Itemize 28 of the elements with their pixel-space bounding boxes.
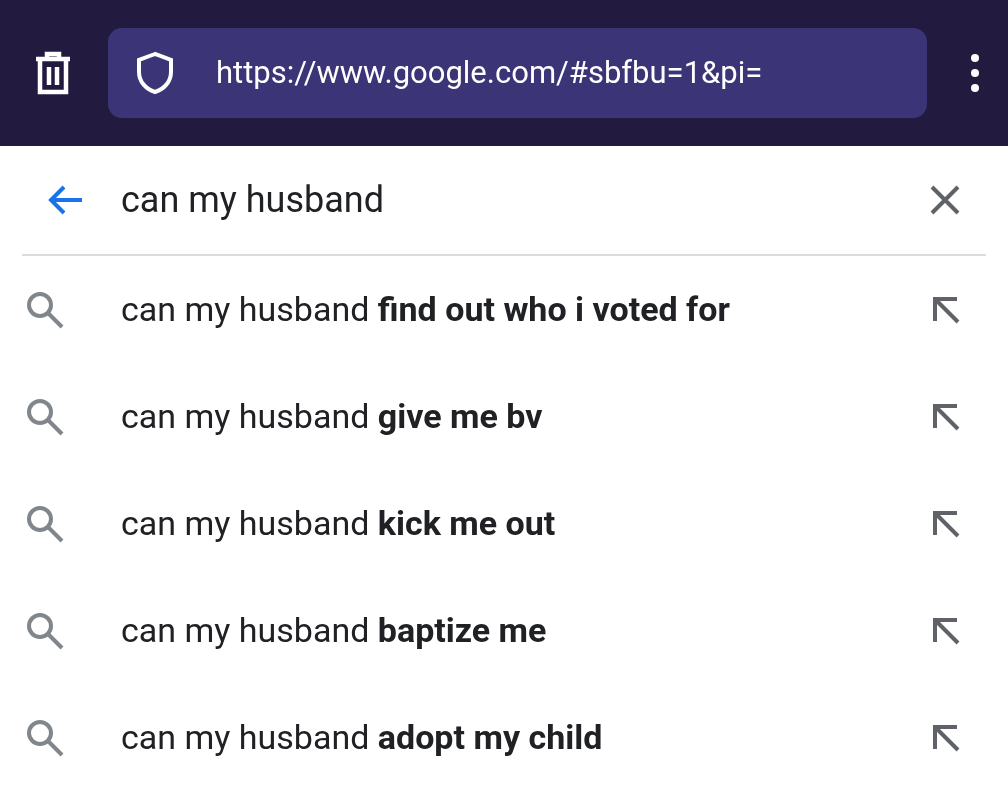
search-icon <box>26 290 64 329</box>
suggestion-text: can my husband give me bv <box>121 395 543 438</box>
suggestion-item[interactable]: can my husband give me bv <box>0 363 1008 470</box>
suggestion-text: can my husband find out who i voted for <box>121 288 730 331</box>
arrow-up-left-icon[interactable] <box>932 402 960 431</box>
search-icon <box>26 611 64 650</box>
suggestion-item[interactable]: can my husband kick me out <box>0 470 1008 577</box>
url-field[interactable]: https://www.google.com/#sbfbu=1&pi= <box>108 28 927 118</box>
search-icon <box>26 718 64 757</box>
suggestion-item[interactable]: can my husband baptize me <box>0 577 1008 684</box>
search-icon <box>26 504 64 543</box>
search-icon <box>26 397 64 436</box>
back-arrow-icon[interactable] <box>48 185 84 215</box>
search-query[interactable]: can my husband <box>121 173 384 227</box>
suggestion-item[interactable]: can my husband adopt my child <box>0 684 1008 791</box>
url-text: https://www.google.com/#sbfbu=1&pi= <box>216 52 763 93</box>
suggestion-text: can my husband kick me out <box>121 502 556 545</box>
suggestion-text: can my husband adopt my child <box>121 716 603 759</box>
shield-icon[interactable] <box>136 51 174 95</box>
suggestion-text: can my husband baptize me <box>121 609 547 652</box>
suggestion-item[interactable]: can my husband find out who i voted for <box>0 256 1008 363</box>
arrow-up-left-icon[interactable] <box>932 509 960 538</box>
trash-icon[interactable] <box>34 51 72 95</box>
more-icon[interactable] <box>970 53 980 93</box>
arrow-up-left-icon[interactable] <box>932 295 960 324</box>
arrow-up-left-icon[interactable] <box>932 723 960 752</box>
close-icon[interactable] <box>930 185 960 215</box>
arrow-up-left-icon[interactable] <box>932 616 960 645</box>
